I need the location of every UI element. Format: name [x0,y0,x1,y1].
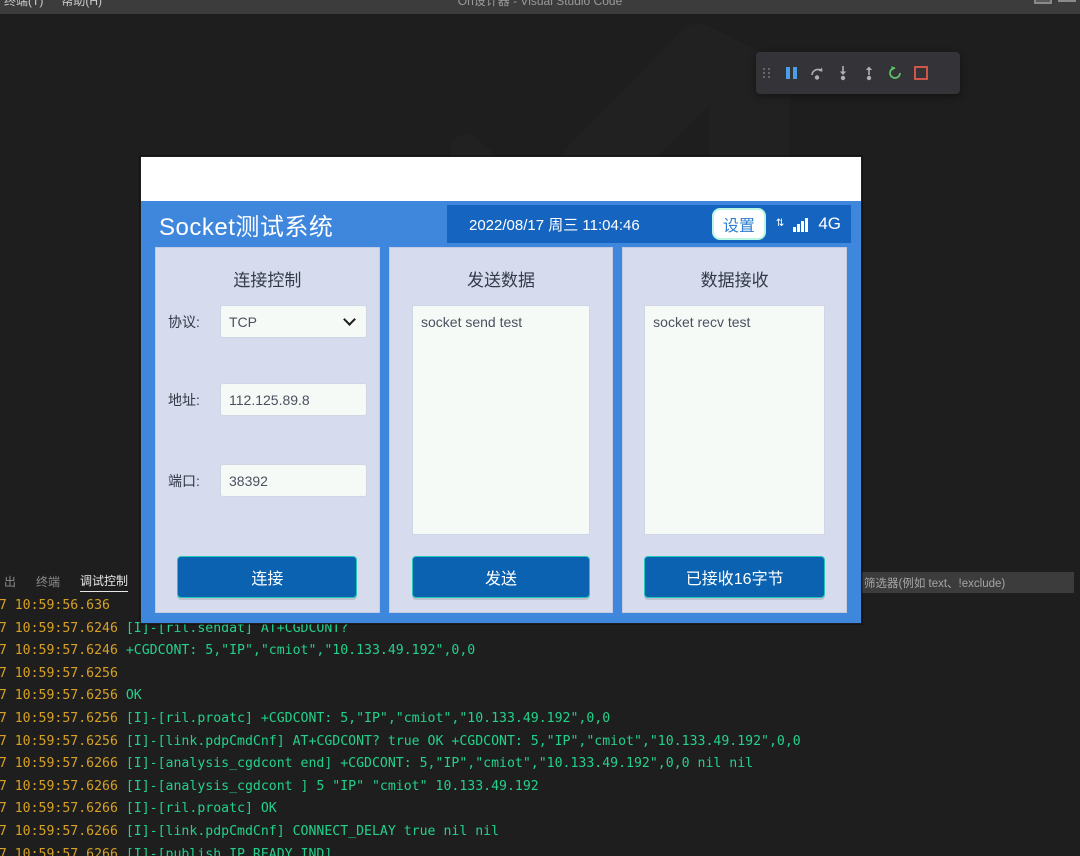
console-timestamp: 3-17 10:59:57.6266 [0,778,118,794]
drag-handle-icon[interactable] [756,68,778,78]
recv-textarea[interactable]: socket recv test [644,305,826,535]
console-message: [I]-[publish IP_READY_IND] [125,846,333,856]
socket-test-app-window: Socket测试系统 2022/08/17 周三 11:04:46 设置 ⇅ 4… [140,156,862,624]
settings-button[interactable]: 设置 [711,208,766,240]
restore-window-button[interactable] [1034,0,1052,4]
titlebar: 终端(T) 帮助(H) Oh设计器 - Visual Studio Code [0,0,1080,14]
port-label: 端口: [168,472,200,489]
console-timestamp: 3-17 10:59:57.6256 [0,733,118,749]
panel-tab-debug-console[interactable]: 调试控制 [80,572,129,592]
network-type-label: 4G [818,214,841,233]
app-content: Socket测试系统 2022/08/17 周三 11:04:46 设置 ⇅ 4… [141,201,861,623]
protocol-value: TCP [229,313,257,330]
console-line: 3-17 10:59:57.6266 [I]-[analysis_cgdcont… [0,776,1080,799]
console-timestamp: 3-17 10:59:57.6256 [0,710,118,726]
console-timestamp: 3-17 10:59:57.6246 [0,643,118,659]
pause-icon[interactable] [778,58,804,88]
connection-control-card: 连接控制 协议: TCP 地址: 112.125.89.8 端口: 38392 … [155,247,380,613]
menu-item-help[interactable]: 帮助(H) [61,0,102,9]
menu-bar[interactable]: 终端(T) 帮助(H) [0,0,102,9]
protocol-label: 协议: [168,313,200,330]
step-out-icon[interactable] [856,58,882,88]
console-line: 3-17 10:59:57.6266 [I]-[ril.proatc] OK [0,798,1080,821]
receive-data-card: 数据接收 socket recv test 已接收16字节 [622,247,848,613]
filter-input[interactable]: 筛选器(例如 text、!exclude) [858,572,1074,593]
window-controls[interactable] [1034,0,1076,4]
chevron-down-icon [342,313,356,326]
protocol-select[interactable]: TCP [220,305,367,338]
port-row: 端口: 38392 [156,464,379,497]
window-title: Oh设计器 - Visual Studio Code [457,0,623,8]
console-message: OK [125,688,142,704]
send-data-card: 发送数据 socket send test 发送 [388,247,614,613]
debug-console-output[interactable]: 3-17 10:59:56.636 3-17 10:59:57.6246 [I]… [0,595,1080,856]
step-into-icon[interactable] [830,58,856,88]
restart-icon[interactable] [882,58,908,88]
address-input[interactable]: 112.125.89.8 [220,383,367,416]
console-timestamp: 3-17 10:59:57.6246 [0,620,118,636]
console-line: 3-17 10:59:57.6256 [0,663,1080,686]
status-strip: 2022/08/17 周三 11:04:46 设置 ⇅ 4G [447,205,851,243]
console-line: 3-17 10:59:57.6256 OK [0,685,1080,708]
console-timestamp: 3-17 10:59:57.6266 [0,823,118,839]
console-timestamp: 3-17 10:59:57.6266 [0,801,118,817]
panel-tab-terminal[interactable]: 终端 [36,573,60,592]
app-window-titlebar [141,157,861,201]
console-line: 3-17 10:59:57.6246 +CGDCONT: 5,"IP","cmi… [0,640,1080,663]
minimize-window-button[interactable] [1058,0,1076,2]
port-input[interactable]: 38392 [220,464,367,497]
console-timestamp: 3-17 10:59:56.636 [0,598,110,613]
panel-tab-output[interactable]: 出 [4,573,16,592]
app-header: Socket测试系统 2022/08/17 周三 11:04:46 设置 ⇅ 4… [141,201,861,247]
cards-container: 连接控制 协议: TCP 地址: 112.125.89.8 端口: 38392 … [141,247,861,613]
connect-button[interactable]: 连接 [177,556,358,598]
console-timestamp: 3-17 10:59:57.6266 [0,756,118,772]
console-line: 3-17 10:59:57.6266 [I]-[publish IP_READY… [0,844,1080,856]
app-title: Socket测试系统 [159,213,334,241]
console-timestamp: 3-17 10:59:57.6256 [0,688,118,704]
console-message: [I]-[ril.proatc] +CGDCONT: 5,"IP","cmiot… [125,710,611,726]
address-label: 地址: [168,391,200,408]
data-transfer-icon: ⇅ [775,218,784,229]
console-line: 3-17 10:59:57.6266 [I]-[link.pdpCmdCnf] … [0,821,1080,844]
console-message: [I]-[link.pdpCmdCnf] AT+CGDCONT? true OK… [125,733,801,749]
console-line: 3-17 10:59:57.6266 [I]-[analysis_cgdcont… [0,753,1080,776]
console-line: 3-17 10:59:57.6256 [I]-[link.pdpCmdCnf] … [0,731,1080,754]
step-over-icon[interactable] [804,58,830,88]
console-message: [I]-[link.pdpCmdCnf] CONNECT_DELAY true … [125,823,500,839]
received-bytes-button[interactable]: 已接收16字节 [644,556,826,598]
recv-card-title: 数据接收 [700,271,769,290]
send-textarea[interactable]: socket send test [412,305,590,535]
send-button[interactable]: 发送 [412,556,590,598]
debug-toolbar[interactable] [756,52,960,94]
send-card-title: 发送数据 [467,271,535,290]
address-row: 地址: 112.125.89.8 [156,383,379,416]
protocol-row: 协议: TCP [156,305,379,338]
connection-card-title: 连接控制 [233,271,302,290]
console-line: 3-17 10:59:57.6256 [I]-[ril.proatc] +CGD… [0,708,1080,731]
console-timestamp: 3-17 10:59:57.6256 [0,665,118,681]
console-message: [I]-[ril.proatc] OK [125,801,277,817]
clock-label: 2022/08/17 周三 11:04:46 [469,216,640,234]
vscode-window: 终端(T) 帮助(H) Oh设计器 - Visual Studio Code 出… [0,0,1080,856]
console-message: [I]-[analysis_cgdcont ] 5 "IP" "cmiot" 1… [125,778,539,794]
stop-icon[interactable] [908,58,934,88]
signal-strength-icon [793,216,809,232]
console-message: [I]-[analysis_cgdcont end] +CGDCONT: 5,"… [125,756,754,772]
console-timestamp: 3-17 10:59:57.6266 [0,846,118,856]
console-message: +CGDCONT: 5,"IP","cmiot","10.133.49.192"… [125,643,476,659]
menu-item-terminal[interactable]: 终端(T) [4,0,43,9]
